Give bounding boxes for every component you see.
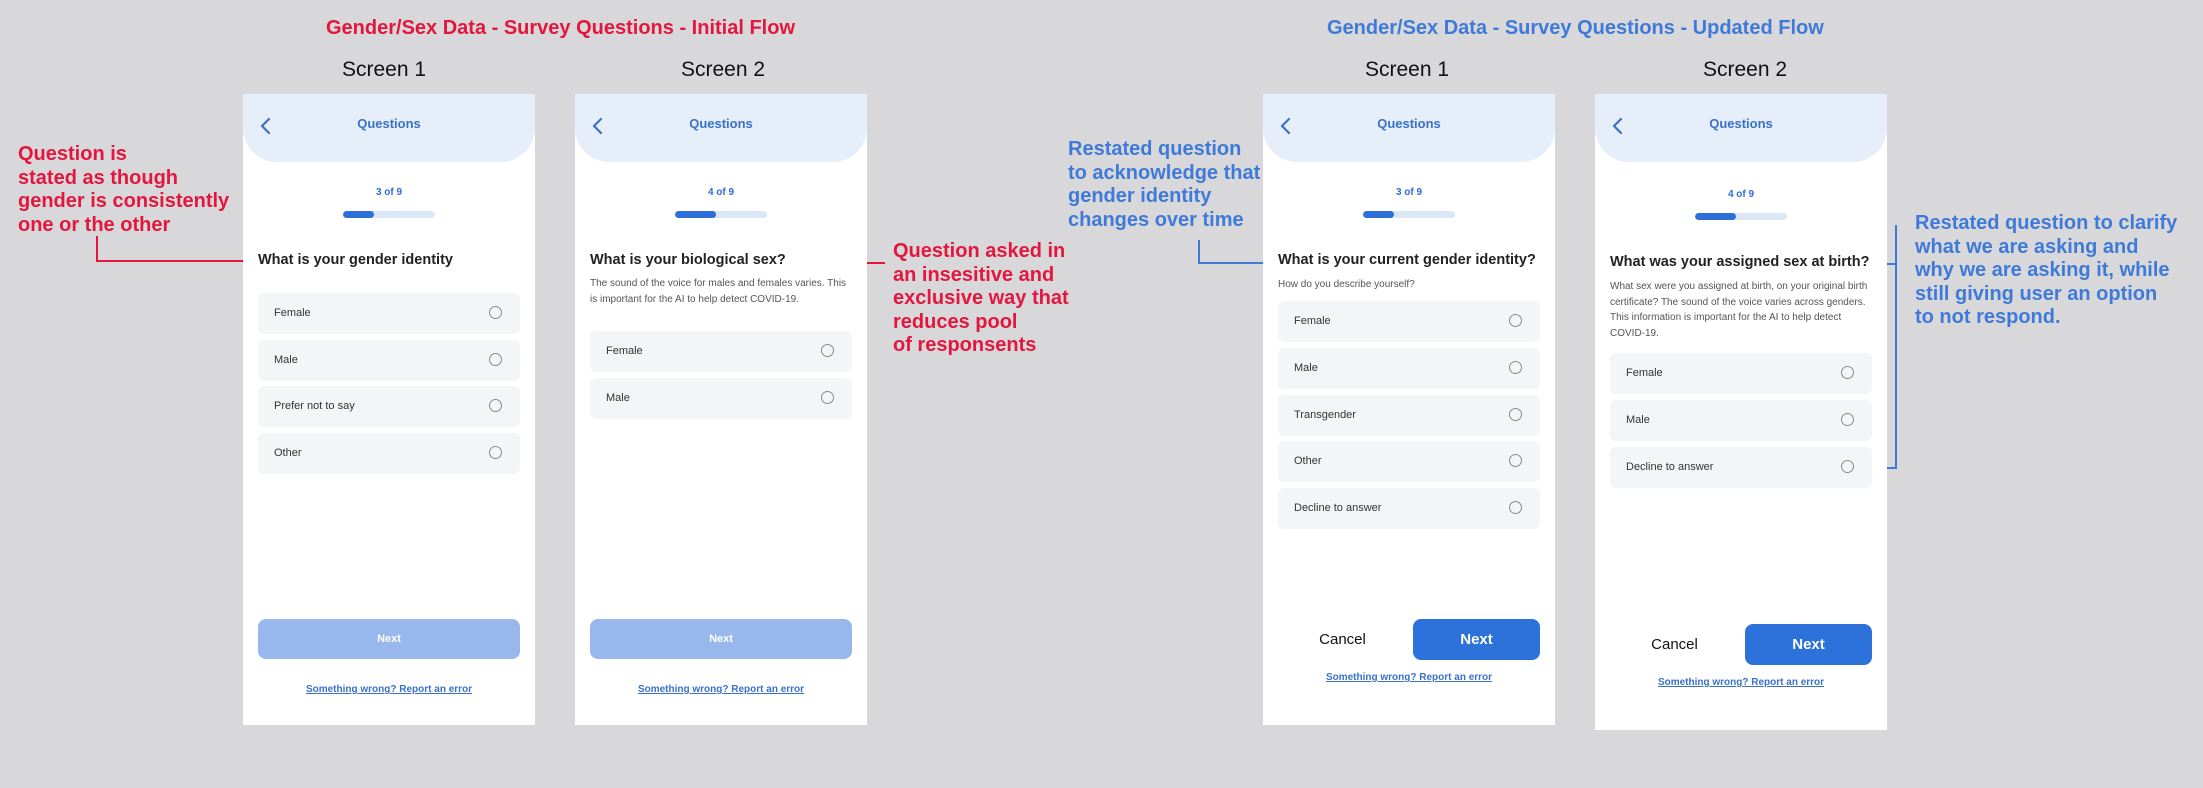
option-female[interactable]: Female	[1610, 353, 1872, 394]
option-other[interactable]: Other	[258, 433, 520, 474]
option-label: Prefer not to say	[274, 400, 355, 412]
question-title: What is your gender identity	[258, 252, 453, 268]
initial-flow-title: Gender/Sex Data - Survey Questions - Ini…	[326, 17, 796, 39]
question-description: What sex were you assigned at birth, on …	[1610, 281, 1868, 339]
step-counter: 3 of 9	[1395, 187, 1423, 198]
report-error-link[interactable]: Something wrong? Report an error	[243, 684, 535, 695]
radio-button[interactable]	[1841, 460, 1854, 473]
annotation-initial-right: Question asked in an insesitive and excl…	[893, 240, 1069, 356]
radio-button[interactable]	[489, 353, 502, 366]
radio-button[interactable]	[489, 446, 502, 459]
option-decline-to-answer[interactable]: Decline to answer	[1610, 447, 1872, 488]
cancel-button[interactable]: Cancel	[1611, 624, 1738, 665]
question-description: How do you describe yourself?	[1278, 279, 1415, 290]
updated-screen2-label: Screen 2	[1703, 58, 1788, 81]
option-decline-to-answer[interactable]: Decline to answer	[1278, 488, 1540, 529]
radio-button[interactable]	[821, 344, 834, 357]
radio-button[interactable]	[489, 306, 502, 319]
header-title: Questions	[1709, 116, 1773, 131]
connector-line	[1198, 240, 1200, 264]
radio-button[interactable]	[1509, 408, 1522, 421]
radio-button[interactable]	[1509, 501, 1522, 514]
question-title: What was your assigned sex at birth?	[1610, 254, 1870, 270]
header-title: Questions	[689, 116, 753, 131]
cancel-button[interactable]: Cancel	[1279, 619, 1406, 660]
initial-screen2-label: Screen 2	[681, 58, 766, 81]
option-transgender[interactable]: Transgender	[1278, 395, 1540, 436]
option-male[interactable]: Male	[1610, 400, 1872, 441]
connector-line	[96, 236, 98, 262]
step-counter: 4 of 9	[707, 187, 735, 198]
next-button-disabled[interactable]: Next	[258, 619, 520, 659]
radio-button[interactable]	[489, 399, 502, 412]
option-label: Decline to answer	[1294, 502, 1382, 514]
option-label: Female	[1294, 315, 1331, 327]
option-female[interactable]: Female	[258, 293, 520, 334]
question-title: What is your biological sex?	[590, 252, 786, 268]
option-label: Other	[1294, 455, 1322, 467]
phone-initial-screen2: Questions 4 of 9 What is your biological…	[575, 94, 867, 725]
option-label: Decline to answer	[1626, 461, 1714, 473]
option-label: Female	[1626, 367, 1663, 379]
option-label: Male	[606, 392, 630, 404]
step-counter: 3 of 9	[375, 187, 403, 198]
annotation-updated-right: Restated question to clarify what we are…	[1915, 212, 2178, 328]
option-male[interactable]: Male	[590, 378, 852, 419]
progress-bar	[343, 211, 435, 218]
progress-fill	[1363, 211, 1394, 218]
next-button[interactable]: Next	[1745, 624, 1872, 665]
option-prefer-not-to-say[interactable]: Prefer not to say	[258, 386, 520, 427]
header-title: Questions	[1377, 116, 1441, 131]
updated-flow-title: Gender/Sex Data - Survey Questions - Upd…	[1327, 17, 1824, 39]
next-button-disabled[interactable]: Next	[590, 619, 852, 659]
question-description: The sound of the voice for males and fem…	[590, 278, 847, 305]
next-button[interactable]: Next	[1413, 619, 1540, 660]
annotation-initial-left: Question is stated as though gender is c…	[18, 143, 230, 236]
radio-button[interactable]	[1509, 454, 1522, 467]
phone-updated-screen1: Questions 3 of 9 What is your current ge…	[1263, 94, 1555, 725]
progress-bar	[1695, 213, 1787, 220]
option-label: Female	[606, 345, 643, 357]
report-error-link[interactable]: Something wrong? Report an error	[1595, 677, 1887, 688]
option-label: Female	[274, 307, 311, 319]
option-female[interactable]: Female	[590, 331, 852, 372]
radio-button[interactable]	[1509, 361, 1522, 374]
radio-button[interactable]	[1841, 413, 1854, 426]
question-title: What is your current gender identity?	[1278, 252, 1536, 268]
option-male[interactable]: Male	[258, 340, 520, 381]
progress-bar	[1363, 211, 1455, 218]
updated-screen1-label: Screen 1	[1365, 58, 1450, 81]
option-label: Male	[1626, 414, 1650, 426]
radio-button[interactable]	[1509, 314, 1522, 327]
option-female[interactable]: Female	[1278, 301, 1540, 342]
connector-line	[1895, 225, 1897, 469]
connector-line	[96, 260, 250, 262]
option-male[interactable]: Male	[1278, 348, 1540, 389]
option-label: Male	[274, 354, 298, 366]
option-label: Other	[274, 447, 302, 459]
radio-button[interactable]	[1841, 366, 1854, 379]
annotation-updated-left: Restated question to acknowledge that ge…	[1068, 138, 1261, 231]
step-counter: 4 of 9	[1727, 189, 1755, 200]
phone-initial-screen1: Questions 3 of 9 What is your gender ide…	[243, 94, 535, 725]
progress-fill	[343, 211, 374, 218]
option-other[interactable]: Other	[1278, 441, 1540, 482]
progress-bar	[675, 211, 767, 218]
phone-updated-screen2: Questions 4 of 9 What was your assigned …	[1595, 94, 1887, 730]
report-error-link[interactable]: Something wrong? Report an error	[1263, 672, 1555, 683]
initial-screen1-label: Screen 1	[342, 58, 427, 81]
report-error-link[interactable]: Something wrong? Report an error	[575, 684, 867, 695]
radio-button[interactable]	[821, 391, 834, 404]
progress-fill	[675, 211, 716, 218]
option-label: Transgender	[1294, 409, 1356, 421]
header-title: Questions	[357, 116, 421, 131]
option-label: Male	[1294, 362, 1318, 374]
progress-fill	[1695, 213, 1736, 220]
